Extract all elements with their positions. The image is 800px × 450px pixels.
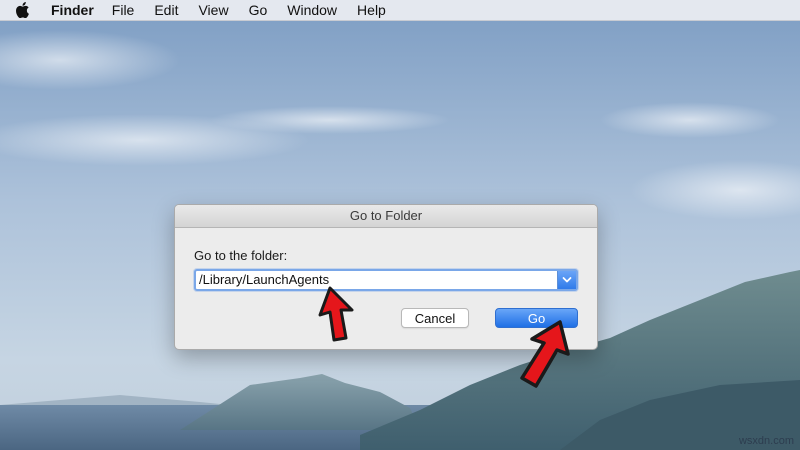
chevron-down-icon: [562, 277, 572, 283]
watermark: wsxdn.com: [738, 435, 794, 447]
cancel-button[interactable]: Cancel: [401, 308, 469, 328]
menu-help[interactable]: Help: [357, 2, 386, 18]
menu-go[interactable]: Go: [249, 2, 268, 18]
annotation-arrow-go: [520, 320, 570, 388]
path-combo-box: [194, 269, 578, 291]
menu-bar: Finder File Edit View Go Window Help: [0, 0, 800, 21]
path-dropdown-button[interactable]: [557, 271, 576, 289]
apple-logo-icon[interactable]: [15, 2, 31, 18]
menu-file[interactable]: File: [112, 2, 135, 18]
menu-app-name[interactable]: Finder: [51, 2, 94, 18]
path-input[interactable]: [196, 271, 559, 289]
dialog-title: Go to Folder: [175, 205, 597, 228]
menu-edit[interactable]: Edit: [154, 2, 178, 18]
dialog-prompt: Go to the folder:: [194, 248, 288, 263]
menu-view[interactable]: View: [198, 2, 228, 18]
menu-window[interactable]: Window: [287, 2, 337, 18]
annotation-arrow-path: [318, 286, 354, 342]
desktop: Finder File Edit View Go Window Help Go …: [0, 0, 800, 450]
